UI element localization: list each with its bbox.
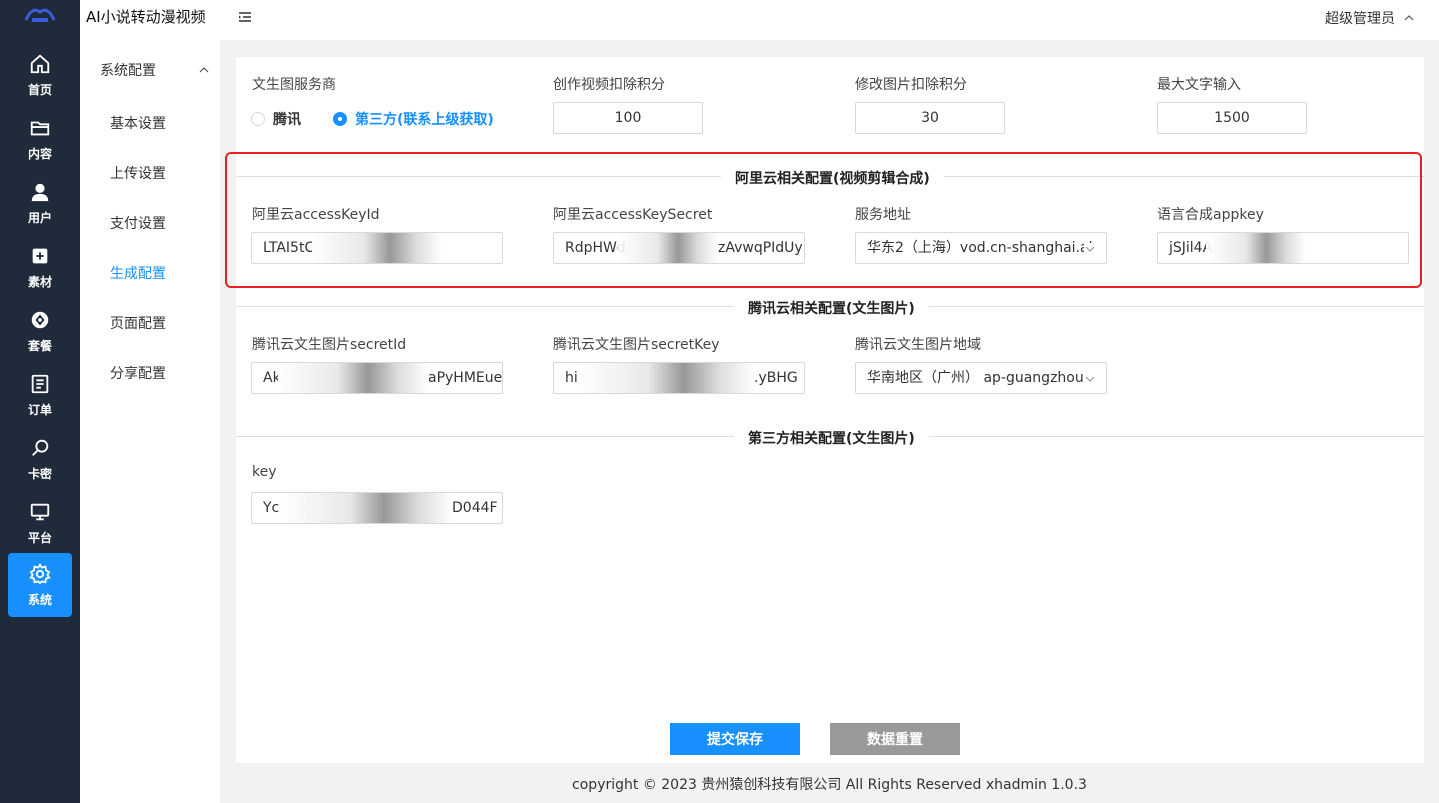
material-icon [32, 248, 48, 263]
input-value-end: aPyHMEueL [428, 370, 503, 386]
tencent-secret-id-label: 腾讯云文生图片secretId [252, 337, 407, 353]
radio-tencent[interactable]: 腾讯 [251, 109, 301, 129]
sidebar-group-system-config[interactable]: 系统配置 [100, 58, 210, 82]
reset-data-button[interactable]: 数据重置 [830, 723, 960, 755]
rail-item-home[interactable]: 首页 [8, 43, 72, 107]
radio-dot [251, 112, 265, 126]
chevron-up-icon [199, 67, 209, 73]
menu-toggle-icon[interactable] [237, 9, 253, 25]
sidebar-item-upload[interactable]: 上传设置 [110, 163, 166, 183]
redaction-blur [278, 363, 428, 393]
select-value: 华南地区（广州） ap-guangzhou [867, 370, 1084, 386]
rail-label: 平台 [27, 530, 52, 545]
sidebar-item-generation[interactable]: 生成配置 [110, 263, 166, 283]
rail-label: 内容 [27, 146, 52, 161]
tencent-section-title: 腾讯云相关配置(文生图片) [734, 298, 929, 318]
user-icon [31, 183, 49, 201]
tencent-secret-key-input[interactable]: hi .yBHG [553, 362, 805, 394]
rail-item-platform[interactable]: 平台 [8, 491, 72, 555]
folder-icon [30, 121, 50, 135]
third-party-key-input[interactable]: Yc D044F [251, 492, 503, 524]
redaction-blur [282, 493, 452, 523]
image-points-label: 修改图片扣除积分 [855, 77, 967, 93]
user-menu[interactable]: 超级管理员 [1325, 8, 1415, 28]
third-party-section-title: 第三方相关配置(文生图片) [734, 428, 929, 448]
package-icon [31, 311, 49, 328]
redaction-blur [578, 363, 754, 393]
tencent-region-select[interactable]: 华南地区（广州） ap-guangzhou [855, 362, 1107, 394]
icon-rail: 首页 内容 用户 素材 套餐 订单 卡密 平台 系统 [0, 0, 80, 803]
input-value-start: Yc [263, 500, 280, 516]
provider-label: 文生图服务商 [252, 77, 336, 93]
app-title: AI小说转动漫视频 [86, 8, 206, 26]
rail-label: 订单 [27, 402, 52, 417]
rail-item-system[interactable]: 系统 [8, 553, 72, 617]
input-value-end: D044F [452, 500, 498, 516]
rail-item-content[interactable]: 内容 [8, 107, 72, 171]
rail-item-package[interactable]: 套餐 [8, 299, 72, 363]
radio-third-party[interactable]: 第三方(联系上级获取) [333, 109, 494, 129]
rail-label: 用户 [27, 210, 52, 225]
radio-label: 腾讯 [273, 112, 301, 128]
tencent-secret-key-label: 腾讯云文生图片secretKey [553, 337, 720, 353]
monitor-icon [30, 503, 50, 520]
sidebar-item-share[interactable]: 分享配置 [110, 363, 166, 383]
chevron-down-icon [1084, 373, 1096, 385]
submit-save-button[interactable]: 提交保存 [670, 723, 800, 755]
user-name: 超级管理员 [1325, 11, 1395, 27]
max-text-label: 最大文字输入 [1157, 77, 1241, 93]
rail-label: 系统 [27, 592, 52, 607]
max-text-input[interactable]: 1500 [1157, 102, 1307, 134]
input-value-end: .yBHG [754, 370, 798, 386]
input-value-start: hi [565, 370, 578, 386]
chevron-up-icon [1404, 15, 1414, 21]
secondary-sidebar: AI小说转动漫视频 系统配置 基本设置 上传设置 支付设置 生成配置 页面配置 … [80, 0, 220, 803]
tencent-secret-id-input[interactable]: Ak aPyHMEueL [251, 362, 503, 394]
home-icon [30, 54, 50, 73]
search-key-icon [32, 439, 49, 456]
sidebar-item-page[interactable]: 页面配置 [110, 313, 166, 333]
rail-item-users[interactable]: 用户 [8, 171, 72, 235]
rail-label: 素材 [27, 274, 52, 289]
third-party-key-label: key [252, 464, 277, 480]
radio-label: 第三方(联系上级获取) [355, 112, 494, 128]
sidebar-item-basic[interactable]: 基本设置 [110, 113, 166, 133]
rail-label: 套餐 [27, 338, 52, 353]
video-points-input[interactable]: 100 [553, 102, 703, 134]
highlight-box [225, 152, 1422, 288]
video-points-label: 创作视频扣除积分 [553, 77, 665, 93]
top-bar: 超级管理员 [220, 0, 1439, 40]
footer-copyright: copyright © 2023 贵州猿创科技有限公司 All Rights R… [572, 777, 1087, 793]
radio-dot [333, 112, 347, 126]
rail-label: 卡密 [27, 466, 52, 481]
rail-item-orders[interactable]: 订单 [8, 363, 72, 427]
image-points-input[interactable]: 30 [855, 102, 1005, 134]
brand-logo-icon [24, 8, 56, 22]
rail-label: 首页 [27, 82, 52, 97]
sidebar-item-payment[interactable]: 支付设置 [110, 213, 166, 233]
tencent-region-label: 腾讯云文生图片地域 [855, 337, 981, 353]
rail-item-material[interactable]: 素材 [8, 235, 72, 299]
rail-item-cardkey[interactable]: 卡密 [8, 427, 72, 491]
gear-icon [29, 562, 51, 584]
order-icon [31, 374, 49, 393]
sidebar-group-label: 系统配置 [100, 63, 156, 79]
